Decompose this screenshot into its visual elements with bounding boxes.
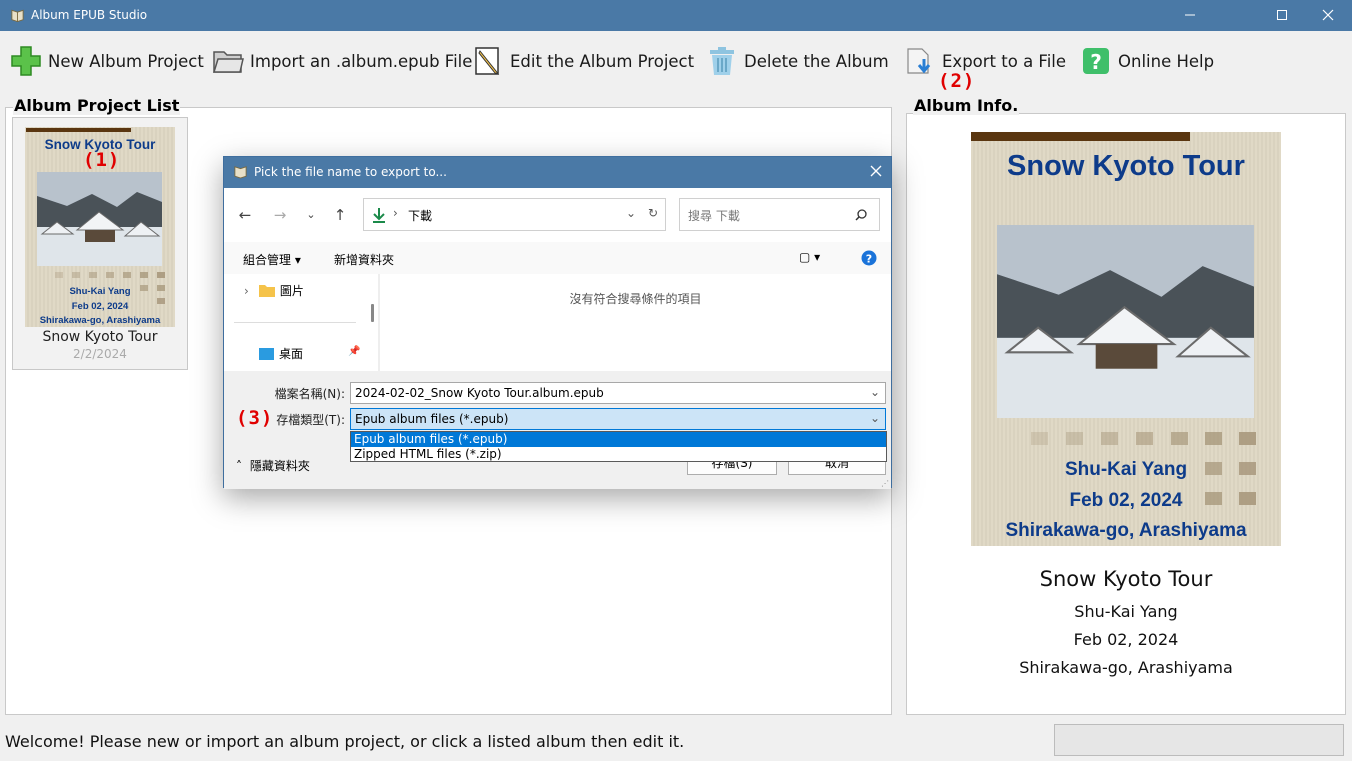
nav-separator <box>234 322 356 323</box>
trash-icon <box>706 45 738 77</box>
status-bar: Welcome! Please new or import an album p… <box>0 720 1352 761</box>
filetype-dropdown: Epub album files (*.epub) Zipped HTML fi… <box>350 431 887 462</box>
view-options-icon[interactable]: ▢ ▾ <box>799 250 820 264</box>
window-titlebar: Album EPUB Studio <box>0 0 1352 31</box>
minimize-icon <box>1185 14 1195 16</box>
nav-scrollbar[interactable] <box>371 304 374 322</box>
album-info-photo <box>997 225 1254 418</box>
search-input[interactable]: 搜尋 下載 <box>679 198 880 231</box>
help-icon: ? <box>1080 45 1112 77</box>
filetype-select[interactable]: Epub album files (*.epub) ⌄ <box>350 408 886 430</box>
dialog-fields: 檔案名稱(N): 2024-02-02_Snow Kyoto Tour.albu… <box>224 371 891 489</box>
recent-chevron-icon[interactable]: ⌄ <box>300 205 322 225</box>
window-title: Album EPUB Studio <box>31 8 148 22</box>
annotation-1: (1) <box>83 149 121 171</box>
new-folder-button[interactable]: 新增資料夾 <box>334 251 394 268</box>
back-arrow-icon[interactable]: ← <box>234 205 256 225</box>
plus-icon <box>10 45 42 77</box>
maximize-icon <box>1277 10 1287 20</box>
dialog-nav-row: ← → ⌄ ↑ › 下載 ⌄ ↻ 搜尋 下載 <box>224 188 891 242</box>
filetype-chevron-icon[interactable]: ⌄ <box>870 411 880 425</box>
app-book-icon <box>234 166 247 179</box>
filetype-label: 存檔類型(T): <box>276 413 345 427</box>
filename-chevron-icon[interactable]: ⌄ <box>870 385 880 399</box>
annotation-3: (3) <box>236 407 274 429</box>
search-icon <box>855 209 867 221</box>
close-button[interactable] <box>1305 0 1351 31</box>
resize-grip-icon[interactable]: ⋰ <box>881 479 889 488</box>
file-list-empty: 沒有符合搜尋條件的項目 <box>569 292 702 306</box>
svg-text:?: ? <box>1090 50 1102 74</box>
status-message: Welcome! Please new or import an album p… <box>5 732 685 751</box>
annotation-2: (2) <box>938 70 976 92</box>
forward-arrow-icon[interactable]: → <box>269 205 291 225</box>
filename-input[interactable]: 2024-02-02_Snow Kyoto Tour.album.epub ⌄ <box>350 382 886 404</box>
main-toolbar: New Album Project Import an .album.epub … <box>0 31 1352 93</box>
address-bar[interactable]: › 下載 ⌄ ↻ <box>363 198 666 231</box>
album-card-name: Snow Kyoto Tour <box>42 329 158 345</box>
album-info-title: Album Info. <box>913 96 1020 115</box>
address-location: 下載 <box>408 209 433 223</box>
import-file-button[interactable]: Import an .album.epub File <box>212 43 472 79</box>
filetype-option-epub[interactable]: Epub album files (*.epub) <box>351 432 886 447</box>
pin-icon: 📌 <box>348 346 361 357</box>
export-icon <box>904 45 936 77</box>
filetype-option-zip[interactable]: Zipped HTML files (*.zip) <box>351 447 886 462</box>
online-help-button[interactable]: ? Online Help <box>1080 43 1214 79</box>
album-info-author: Shu-Kai Yang <box>1074 602 1178 621</box>
svg-text:?: ? <box>866 253 872 266</box>
folder-icon <box>258 285 275 297</box>
expand-chevron-icon[interactable]: › <box>244 284 249 298</box>
nav-pane: › 圖片 桌面 📌 <box>224 274 380 371</box>
album-info-place: Shirakawa-go, Arashiyama <box>1019 658 1233 677</box>
dialog-help-icon[interactable]: ? <box>861 250 877 266</box>
refresh-icon[interactable]: ↻ <box>648 206 658 220</box>
dialog-close-icon[interactable] <box>869 164 883 178</box>
dialog-title: Pick the file name to export to... <box>254 165 447 179</box>
nav-item-desktop[interactable]: 桌面 <box>259 345 303 362</box>
album-info-name: Snow Kyoto Tour <box>1039 567 1213 591</box>
folder-open-icon <box>212 45 244 77</box>
breadcrumb-chevron-icon: › <box>393 206 398 220</box>
download-arrow-icon <box>373 208 385 223</box>
edit-album-button[interactable]: Edit the Album Project <box>472 43 694 79</box>
album-info-date: Feb 02, 2024 <box>1073 630 1179 649</box>
album-card-date: 2/2/2024 <box>73 347 127 361</box>
minimize-button[interactable] <box>1167 0 1213 31</box>
dialog-titlebar: Pick the file name to export to... <box>224 157 891 188</box>
delete-album-button[interactable]: Delete the Album <box>706 43 889 79</box>
maximize-button[interactable] <box>1259 0 1305 31</box>
hide-folders-toggle[interactable]: ˄ 隱藏資料夾 <box>236 457 310 474</box>
album-cover-large: Snow Kyoto Tour Shu-Kai Yang Feb 02, 202… <box>971 132 1281 546</box>
address-dropdown-icon[interactable]: ⌄ <box>626 206 636 220</box>
chevron-up-icon: ˄ <box>236 459 242 473</box>
desktop-icon <box>259 347 274 360</box>
export-file-button[interactable]: Export to a File <box>904 43 1066 79</box>
close-icon <box>1322 9 1334 21</box>
filename-label: 檔案名稱(N): <box>274 387 345 401</box>
organize-menu[interactable]: 組合管理 ▾ <box>243 251 301 268</box>
project-list-title: Album Project List <box>13 96 181 115</box>
dialog-body: › 圖片 桌面 📌 沒有符合搜尋條件的項目 <box>224 274 891 371</box>
app-book-icon <box>11 9 24 23</box>
up-arrow-icon[interactable]: ↑ <box>329 205 351 225</box>
export-save-dialog: Pick the file name to export to... ← → ⌄… <box>223 156 892 489</box>
status-progress-box <box>1054 724 1344 756</box>
album-photo <box>37 172 162 266</box>
dialog-command-bar: 組合管理 ▾ 新增資料夾 ▢ ▾ ? <box>224 242 891 274</box>
nav-item-pictures[interactable]: › 圖片 <box>244 282 304 299</box>
new-album-button[interactable]: New Album Project <box>10 43 204 79</box>
pencil-icon <box>472 45 504 77</box>
